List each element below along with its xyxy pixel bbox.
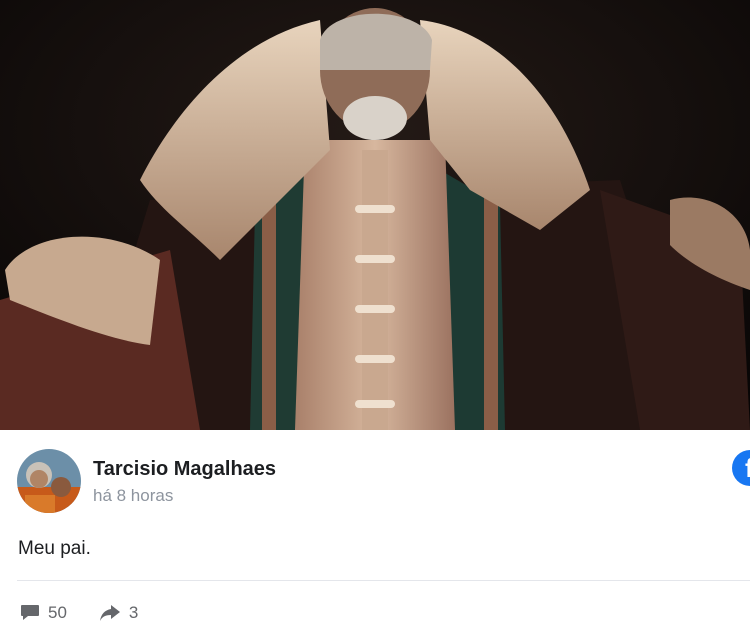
facebook-icon[interactable]: f: [732, 450, 750, 486]
post-stats: 50 3: [20, 602, 170, 624]
comments-count-button[interactable]: 50: [20, 603, 67, 623]
share-icon: [99, 605, 120, 621]
comments-count: 50: [48, 603, 67, 622]
post-timestamp[interactable]: há 8 horas: [93, 486, 173, 506]
post-photo[interactable]: [0, 0, 750, 430]
post-author[interactable]: Tarcisio Magalhaes: [93, 458, 276, 481]
photo-man-in-fur-coat: [0, 0, 750, 430]
avatar[interactable]: [17, 449, 81, 513]
post-card: Tarcisio Magalhaes há 8 horas f Meu pai.…: [0, 430, 750, 622]
shares-count-button[interactable]: 3: [99, 603, 138, 623]
shares-count: 3: [128, 603, 139, 622]
post-text: Meu pai.: [18, 538, 91, 559]
divider: [17, 580, 750, 581]
comment-icon: [21, 605, 39, 620]
avatar-image: [17, 449, 81, 513]
